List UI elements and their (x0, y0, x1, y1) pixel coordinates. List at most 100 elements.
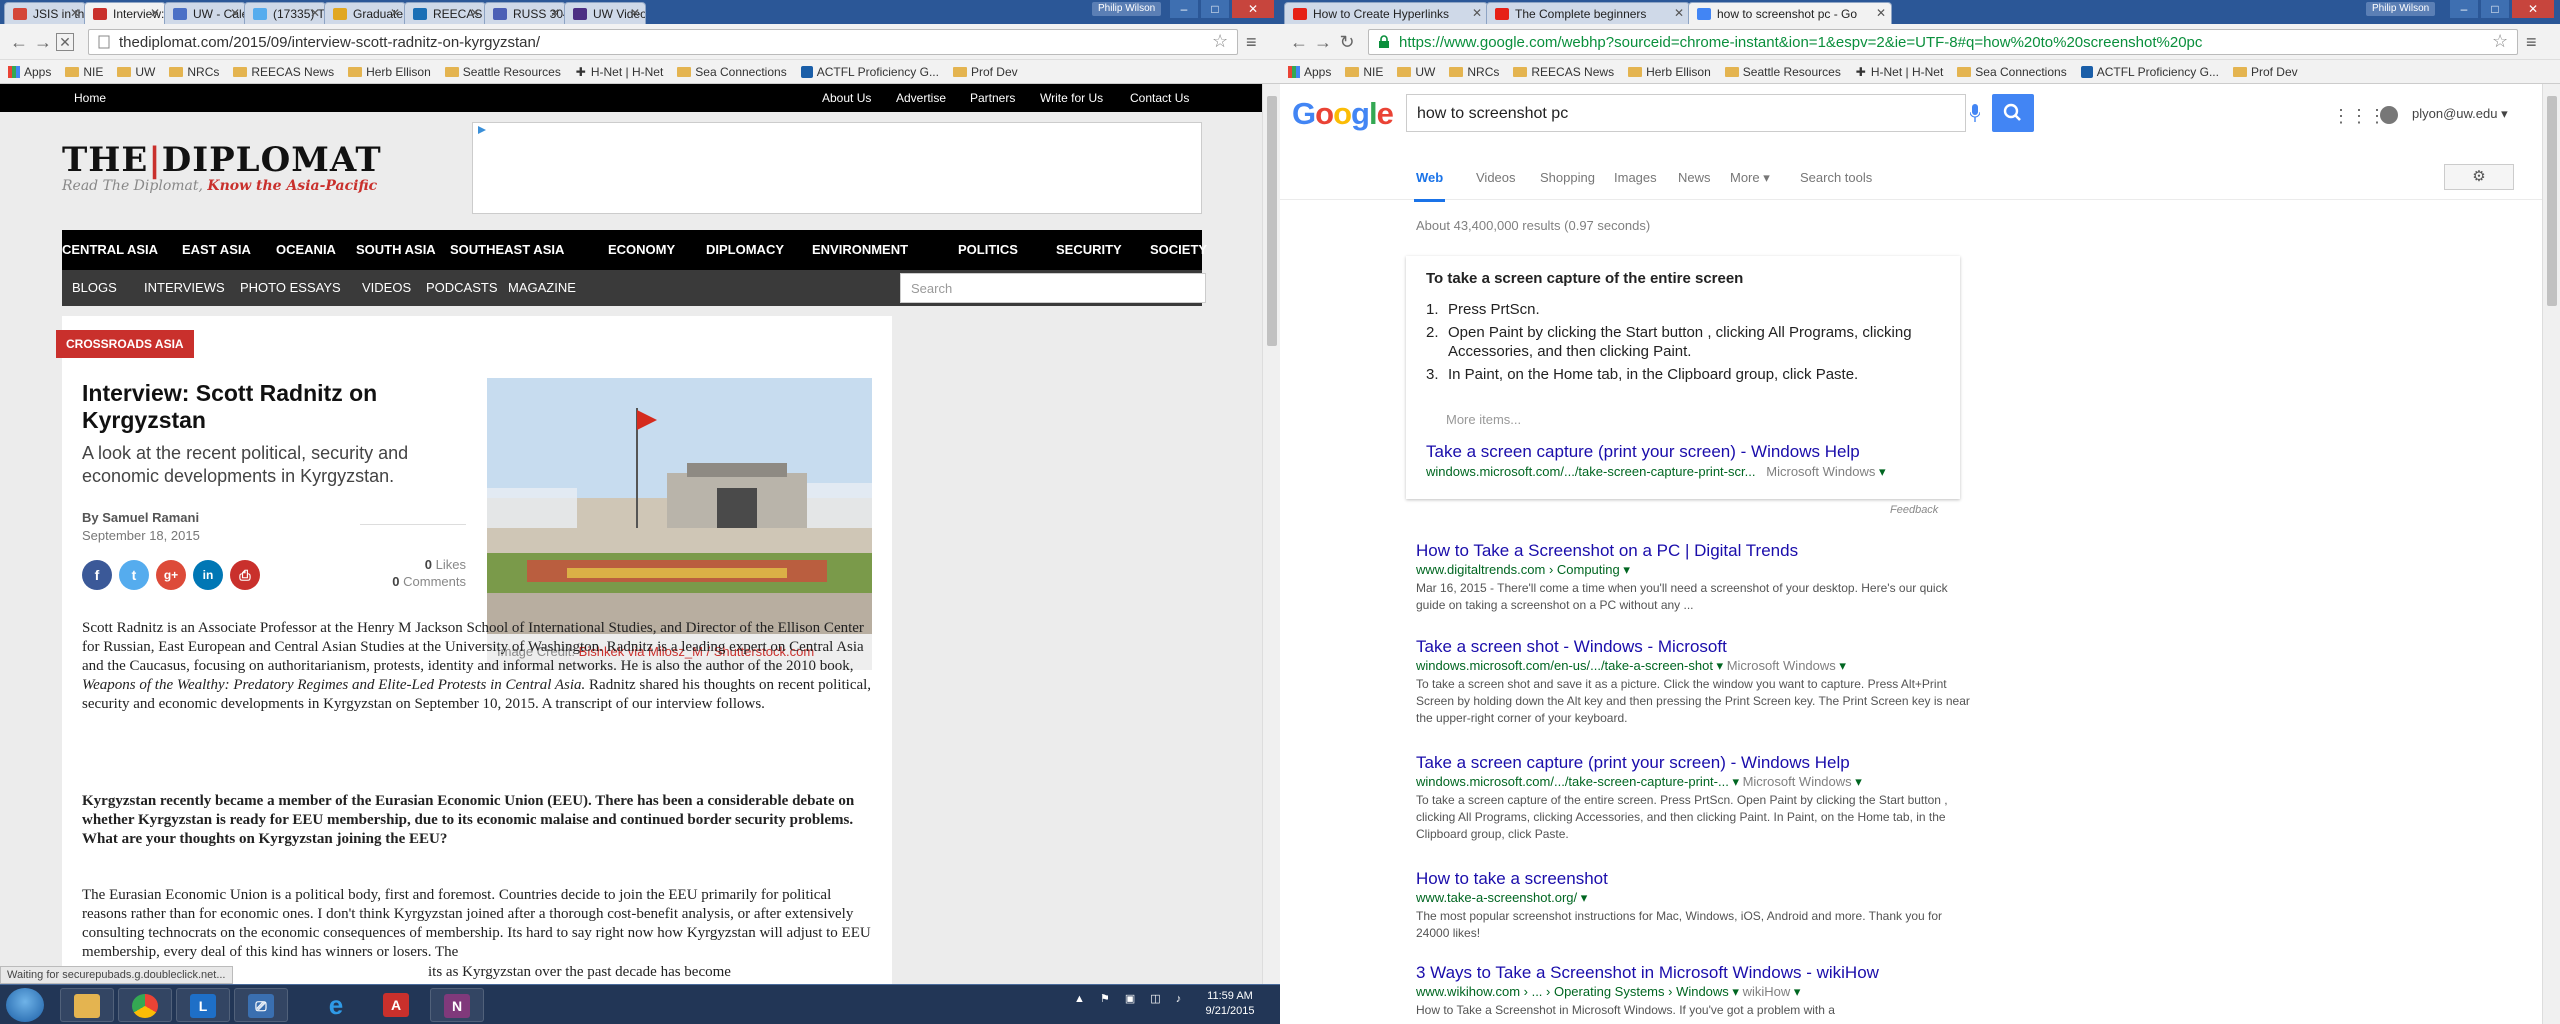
account-menu[interactable]: plyon@uw.edu ▾ (2412, 106, 2508, 122)
tab-close-icon[interactable]: ✕ (1674, 6, 1684, 20)
linkedin-share-icon[interactable]: in (193, 560, 223, 590)
category-link[interactable]: ECONOMY (608, 242, 675, 257)
bookmark-item[interactable]: Sea Connections (1957, 65, 2067, 79)
search-tab[interactable]: Search tools (1800, 170, 1872, 185)
bookmark-item[interactable]: ✚ H-Net | H-Net (1855, 65, 1944, 79)
twitter-share-icon[interactable]: t (119, 560, 149, 590)
search-tab[interactable]: Videos (1476, 170, 1516, 185)
topnav-link[interactable]: Contact Us (1130, 91, 1189, 105)
clock[interactable]: 11:59 AM 9/21/2015 (1190, 989, 1270, 1019)
subnav-link[interactable]: BLOGS (72, 280, 117, 295)
bookmark-item[interactable]: ACTFL Proficiency G... (2080, 65, 2219, 79)
result-title-link[interactable]: How to Take a Screenshot on a PC | Digit… (1416, 540, 1976, 562)
menu-icon[interactable]: ≡ (1246, 32, 1257, 53)
nav-home-link[interactable]: Home (74, 91, 106, 105)
google-logo[interactable]: Google (1292, 96, 1394, 132)
maximize-button[interactable]: □ (1201, 0, 1229, 18)
bookmark-item[interactable]: Prof Dev (2232, 65, 2298, 79)
taskbar-ie[interactable]: e (310, 988, 364, 1022)
microphone-icon[interactable] (1970, 104, 1980, 122)
tab-close-icon[interactable]: ✕ (470, 6, 480, 20)
address-bar[interactable]: https://www.google.com/webhp?sourceid=ch… (1368, 29, 2518, 55)
scrollbar[interactable] (2542, 84, 2560, 1024)
result-title-link[interactable]: Take a screen shot - Windows - Microsoft (1416, 636, 1976, 658)
category-link[interactable]: POLITICS (958, 242, 1018, 257)
bookmark-item[interactable]: NIE (1345, 65, 1383, 79)
more-items-link[interactable]: More items... (1446, 412, 1521, 427)
browser-tab[interactable]: Interview: Sco✕ (84, 2, 166, 24)
apps-grid-icon[interactable]: ⋮⋮⋮ (2332, 106, 2386, 127)
category-link[interactable]: SOUTH ASIA (356, 242, 436, 257)
bookmark-star-icon[interactable]: ☆ (1212, 31, 1228, 52)
topnav-link[interactable]: About Us (822, 91, 871, 105)
scrollbar[interactable] (1262, 84, 1280, 988)
bookmark-item[interactable]: Seattle Resources (444, 65, 561, 79)
minimize-button[interactable]: – (2450, 0, 2478, 18)
taskbar-explorer[interactable] (60, 988, 114, 1022)
tab-close-icon[interactable]: ✕ (550, 6, 560, 20)
tab-close-icon[interactable]: ✕ (150, 6, 160, 20)
tab-close-icon[interactable]: ✕ (310, 6, 320, 20)
browser-tab[interactable]: (17335) Twitte✕ (244, 2, 326, 24)
scrollbar-thumb[interactable] (1267, 96, 1277, 346)
topnav-link[interactable]: Advertise (896, 91, 946, 105)
category-link[interactable]: CENTRAL ASIA (62, 242, 158, 257)
bookmark-item[interactable]: UW (1397, 65, 1435, 79)
bookmark-item[interactable]: ✚ H-Net | H-Net (575, 65, 664, 79)
subnav-link[interactable]: PODCASTS (426, 280, 498, 295)
tab-close-icon[interactable]: ✕ (1876, 6, 1886, 20)
subnav-link[interactable]: VIDEOS (362, 280, 411, 295)
back-button[interactable]: ← (1288, 32, 1310, 52)
facebook-share-icon[interactable]: f (82, 560, 112, 590)
search-tab[interactable]: News (1678, 170, 1711, 185)
likes-comments[interactable]: 0 Likes 0 Comments (360, 556, 466, 590)
search-tab[interactable]: Shopping (1540, 170, 1595, 185)
topnav-link[interactable]: Partners (970, 91, 1015, 105)
print-share-icon[interactable]: ⎙ (230, 560, 260, 590)
stop-button[interactable]: ✕ (56, 33, 74, 51)
browser-tab[interactable]: JSIS in the Me✕ (4, 2, 86, 24)
bookmark-item[interactable]: NRCs (1449, 65, 1499, 79)
close-window-button[interactable]: ✕ (1232, 0, 1274, 18)
address-bar[interactable]: thediplomat.com/2015/09/interview-scott-… (88, 29, 1238, 55)
notifications-icon[interactable] (2380, 106, 2398, 124)
section-tag[interactable]: CROSSROADS ASIA (56, 330, 194, 358)
bookmark-item[interactable]: Apps (1288, 65, 1331, 79)
article-photo[interactable] (487, 378, 872, 634)
tab-close-icon[interactable]: ✕ (630, 6, 640, 20)
subnav-link[interactable]: PHOTO ESSAYS (240, 280, 341, 295)
taskbar-acrobat[interactable]: A (370, 988, 424, 1022)
bookmark-item[interactable]: Prof Dev (952, 65, 1018, 79)
bookmark-item[interactable]: UW (117, 65, 155, 79)
taskbar-chrome[interactable] (118, 988, 172, 1022)
ad-banner[interactable] (472, 122, 1202, 214)
bookmark-item[interactable]: Apps (8, 65, 51, 79)
profile-badge[interactable]: Philip Wilson (1092, 2, 1162, 16)
category-link[interactable]: EAST ASIA (182, 242, 251, 257)
bookmark-item[interactable]: Seattle Resources (1724, 65, 1841, 79)
scrollbar-thumb[interactable] (2547, 96, 2557, 306)
result-title-link[interactable]: How to take a screenshot (1416, 868, 1976, 890)
author-link[interactable]: Samuel Ramani (102, 510, 199, 525)
category-link[interactable]: SOCIETY (1150, 242, 1207, 257)
browser-tab[interactable]: Graduate Scho✕ (324, 2, 406, 24)
search-button[interactable] (1992, 94, 2034, 132)
profile-badge[interactable]: Philip Wilson (2366, 2, 2436, 16)
bookmark-item[interactable]: Sea Connections (677, 65, 787, 79)
googleplus-share-icon[interactable]: g+ (156, 560, 186, 590)
browser-tab[interactable]: UW Video ✕ (564, 2, 646, 24)
tab-close-icon[interactable]: ✕ (70, 6, 80, 20)
search-tab[interactable]: More ▾ (1730, 170, 1770, 186)
maximize-button[interactable]: □ (2481, 0, 2509, 18)
taskbar-onenote[interactable]: N (430, 988, 484, 1022)
category-link[interactable]: OCEANIA (276, 242, 336, 257)
taskbar-lync[interactable]: L (176, 988, 230, 1022)
search-tab[interactable]: Web (1413, 170, 1446, 202)
category-link[interactable]: ENVIRONMENT (812, 242, 908, 257)
topnav-link[interactable]: Write for Us (1040, 91, 1103, 105)
category-link[interactable]: SECURITY (1056, 242, 1122, 257)
reload-button[interactable]: ↻ (1336, 32, 1358, 52)
feedback-link[interactable]: Feedback (1890, 504, 1938, 516)
tab-close-icon[interactable]: ✕ (390, 6, 400, 20)
browser-tab[interactable]: how to screenshot pc - Go ✕ (1688, 2, 1892, 24)
